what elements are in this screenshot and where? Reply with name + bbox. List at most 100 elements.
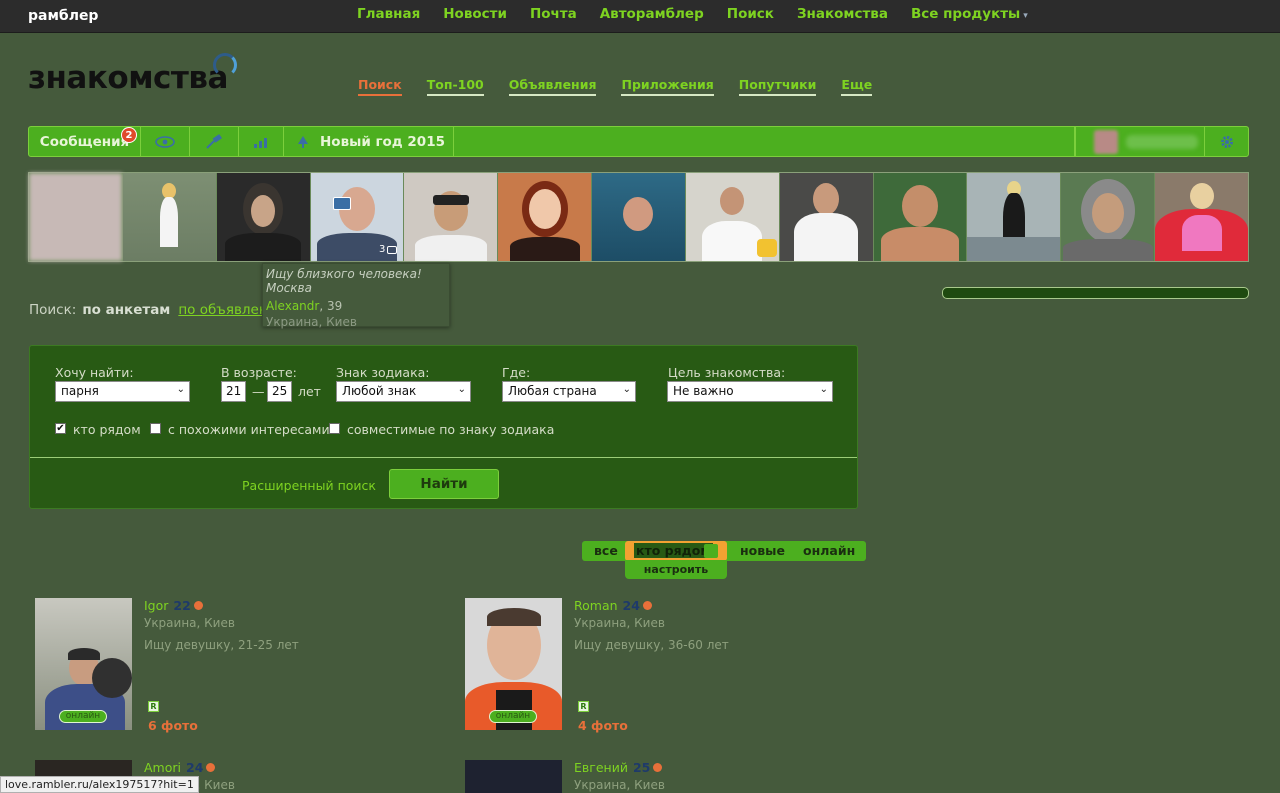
age-unit: лет: [298, 384, 321, 399]
profile-name[interactable]: Amori 24: [144, 760, 216, 775]
tab-online[interactable]: онлайн: [803, 543, 855, 558]
secnav-search[interactable]: Поиск: [358, 77, 402, 96]
strip-photo-2[interactable]: [122, 173, 216, 261]
tab-near[interactable]: кто рядом: [625, 541, 727, 561]
zodiac-icon: [193, 601, 203, 610]
want-select[interactable]: парня ⌄: [55, 381, 190, 402]
loading-bar: [942, 287, 1249, 299]
strip-photo-10[interactable]: [873, 173, 967, 261]
secnav-companions[interactable]: Попутчики: [738, 77, 817, 96]
search-by-profiles[interactable]: по анкетам: [82, 302, 170, 318]
zodiac-compat-checkbox-label[interactable]: совместимые по знаку зодиака: [347, 422, 554, 437]
tab-all[interactable]: все: [594, 543, 618, 558]
interests-checkbox-label[interactable]: с похожими интересами: [168, 422, 330, 437]
zodiac-compat-checkbox[interactable]: [329, 423, 340, 434]
strip-photo-7[interactable]: [592, 173, 685, 261]
profile-name-text: Igor: [144, 598, 169, 613]
search-mode: Поиск: по анкетам по объявлениям: [29, 302, 295, 318]
profile-seeking: Ищу девушку, 21-25 лет: [144, 638, 299, 652]
profile-button[interactable]: [1075, 127, 1205, 156]
strip-photo-6[interactable]: [498, 173, 592, 261]
logo-ring-icon: [213, 53, 237, 77]
settings-button[interactable]: [1205, 127, 1248, 156]
strip-photo-5[interactable]: [404, 173, 498, 261]
topnav-dating[interactable]: Знакомства: [797, 6, 888, 22]
zodiac-value: Любой знак: [342, 384, 417, 398]
zodiac-select[interactable]: Любой знак ⌄: [336, 381, 471, 402]
profile-name[interactable]: Igor 22: [144, 598, 203, 613]
online-badge: онлайн: [59, 710, 107, 723]
where-label: Где:: [502, 365, 531, 380]
near-checkbox-label[interactable]: кто рядом: [73, 422, 141, 437]
tab-new[interactable]: новые: [740, 543, 785, 558]
age-from-input[interactable]: 21: [221, 381, 246, 402]
interests-checkbox[interactable]: [150, 423, 161, 434]
photos-link[interactable]: 4 фото: [578, 718, 628, 733]
search-panel: Хочу найти: парня ⌄ В возрасте: 21 — 25 л…: [29, 345, 858, 509]
rambler-brand[interactable]: рамблер: [28, 8, 98, 24]
holiday-button[interactable]: Новый год 2015: [284, 127, 454, 156]
browser-status-url: love.rambler.ru/alex197517?hit=1: [0, 776, 199, 793]
topnav-auto[interactable]: Авторамблер: [600, 6, 704, 22]
profile-photo[interactable]: онлайн: [35, 598, 132, 730]
tooltip-name[interactable]: Alexandr, 39: [266, 299, 446, 313]
goal-select[interactable]: Не важно ⌄: [667, 381, 833, 402]
goal-value: Не важно: [673, 384, 734, 398]
strip-photo-13[interactable]: [1155, 173, 1248, 261]
profile-name-text: Евгений: [574, 760, 628, 775]
strip-photo-3[interactable]: [216, 173, 310, 261]
topnav-search[interactable]: Поиск: [727, 6, 774, 22]
rambler-badge-icon: R: [148, 701, 159, 712]
profile-tooltip: Ищу близкого человека! Москва Alexandr, …: [262, 263, 450, 329]
strip-photo-4[interactable]: 3: [310, 173, 404, 261]
profile-location: Украина, Киев: [574, 616, 665, 630]
zodiac-label: Знак зодиака:: [336, 365, 430, 380]
tooltip-age: , 39: [319, 299, 343, 313]
stats-button[interactable]: [239, 127, 284, 156]
topnav-main[interactable]: Главная: [357, 6, 420, 22]
stats-icon: [254, 137, 267, 148]
topnav-news[interactable]: Новости: [443, 6, 507, 22]
dating-logo[interactable]: знакомства: [28, 60, 228, 96]
age-to-input[interactable]: 25: [267, 381, 292, 402]
profile-name[interactable]: Евгений 25: [574, 760, 663, 775]
secnav-ads[interactable]: Объявления: [508, 77, 597, 96]
messages-label: Сообщения: [39, 133, 130, 150]
profile-age: 24: [186, 760, 204, 775]
strip-photo-1[interactable]: [29, 173, 122, 261]
profile-seeking: Ищу девушку, 36-60 лет: [574, 638, 729, 652]
tooltip-location: Украина, Киев: [266, 315, 357, 329]
secnav-more[interactable]: Еще: [841, 77, 873, 96]
profile-photo[interactable]: онлайн: [465, 598, 562, 730]
topnav-mail[interactable]: Почта: [530, 6, 577, 22]
profile-age: 25: [632, 760, 651, 775]
messages-button[interactable]: Сообщения 2: [29, 127, 141, 156]
chevron-down-icon: ⌄: [622, 384, 631, 395]
tooltip-text: Ищу близкого человека! Москва: [266, 267, 422, 295]
strip-photo-11[interactable]: [967, 173, 1061, 261]
strip-photo-12[interactable]: [1061, 173, 1155, 261]
guests-button[interactable]: [141, 127, 190, 156]
find-button[interactable]: Найти: [389, 469, 499, 499]
secnav-apps[interactable]: Приложения: [621, 77, 714, 96]
near-checkbox[interactable]: ✔: [55, 423, 66, 434]
profile-photo[interactable]: [465, 760, 562, 793]
online-badge: онлайн: [489, 710, 537, 723]
toolbar-spacer: [454, 127, 1075, 156]
zodiac-icon: [642, 601, 652, 610]
tune-button[interactable]: настроить: [625, 560, 727, 579]
satellite-button[interactable]: [190, 127, 239, 156]
profile-name[interactable]: Roman 24: [574, 598, 652, 613]
photos-link[interactable]: 6 фото: [148, 718, 198, 733]
result-filter-tabs: все кто рядом новые онлайн: [582, 541, 866, 561]
strip-photo-8[interactable]: [685, 173, 779, 261]
advanced-search-link[interactable]: Расширенный поиск: [242, 478, 376, 493]
rambler-badge-icon: R: [578, 701, 589, 712]
tab-near-label: кто рядом: [634, 543, 713, 558]
strip-photo-9[interactable]: [779, 173, 873, 261]
satellite-icon: [206, 133, 222, 149]
where-select[interactable]: Любая страна ⌄: [502, 381, 636, 402]
secnav-top100[interactable]: Топ-100: [426, 77, 484, 96]
camera-small-icon: [387, 246, 398, 254]
topnav-all-products[interactable]: Все продукты ▾: [911, 6, 1028, 22]
